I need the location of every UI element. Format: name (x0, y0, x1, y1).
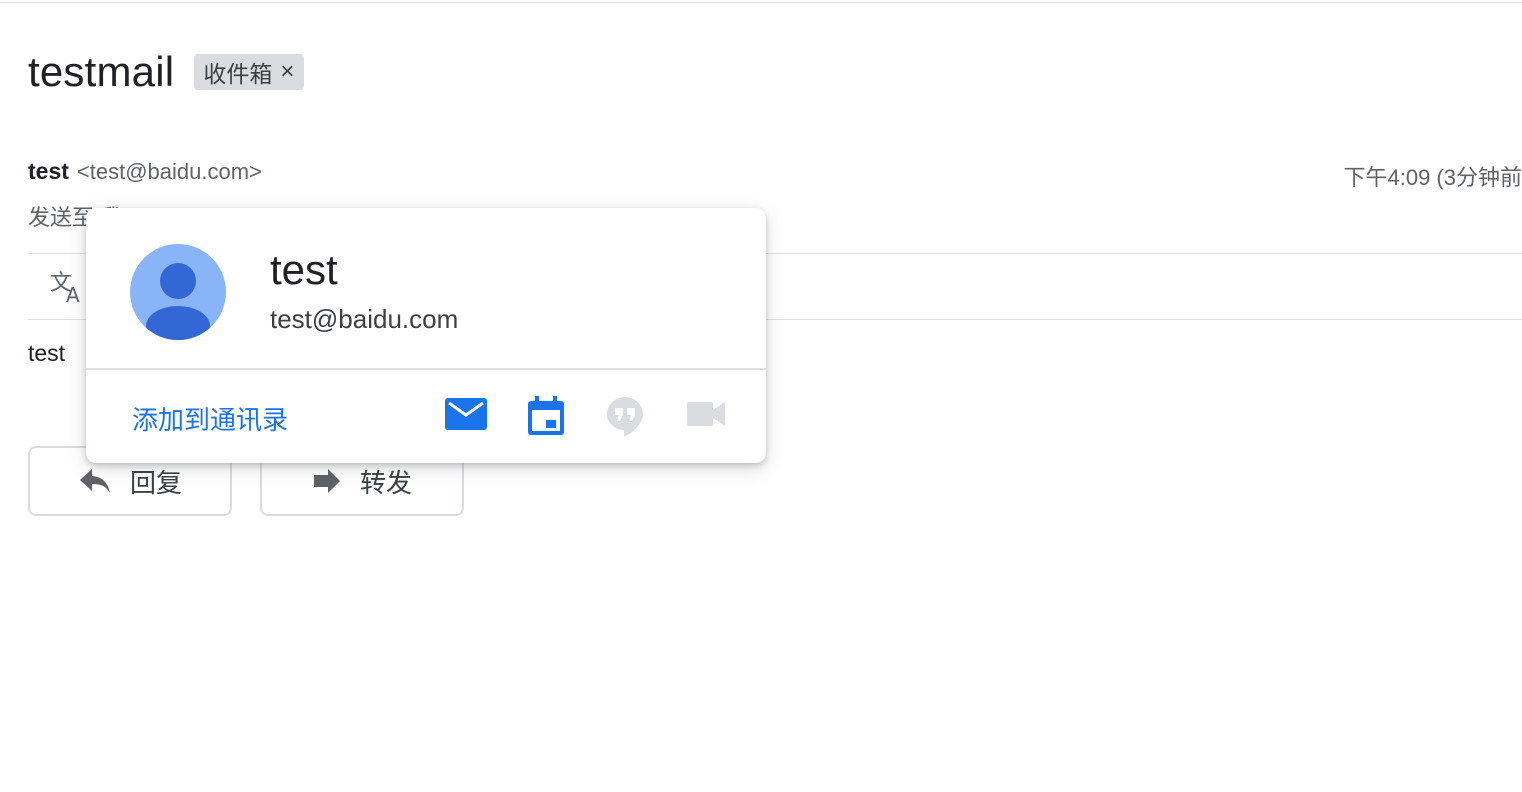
video-call-icon[interactable] (686, 400, 726, 433)
avatar (130, 244, 226, 340)
popup-divider (86, 368, 766, 370)
hangouts-icon[interactable] (606, 396, 644, 443)
label-chip-text: 收件箱 (203, 61, 273, 87)
subject-row: testmail 收件箱 × (28, 46, 305, 98)
forward-label: 转发 (359, 467, 412, 498)
sender-row: test <test@baidu.com> (28, 158, 262, 194)
email-icon[interactable] (444, 396, 488, 437)
email-subject: testmail (28, 48, 175, 95)
email-body: test (28, 340, 66, 366)
translate-icon[interactable]: 文 A (48, 266, 88, 307)
contact-name: test (270, 246, 338, 293)
sender-name[interactable]: test (28, 158, 69, 185)
contact-email: test@baidu.com (270, 304, 459, 334)
reply-icon (79, 469, 110, 493)
svg-text:A: A (66, 283, 80, 306)
email-timestamp: 下午4:09 (3分钟前 (1343, 165, 1522, 190)
remove-label-icon[interactable]: × (280, 58, 294, 86)
calendar-icon[interactable] (526, 396, 566, 441)
forward-icon (313, 469, 340, 493)
sender-email: <test@baidu.com> (76, 159, 262, 184)
reply-label: 回复 (129, 467, 182, 498)
top-divider (0, 2, 1522, 3)
add-to-contacts-link[interactable]: 添加到通讯录 (132, 400, 288, 437)
label-chip-inbox[interactable]: 收件箱 × (194, 54, 305, 90)
contact-card-popup: test test@baidu.com 添加到通讯录 (86, 208, 766, 463)
